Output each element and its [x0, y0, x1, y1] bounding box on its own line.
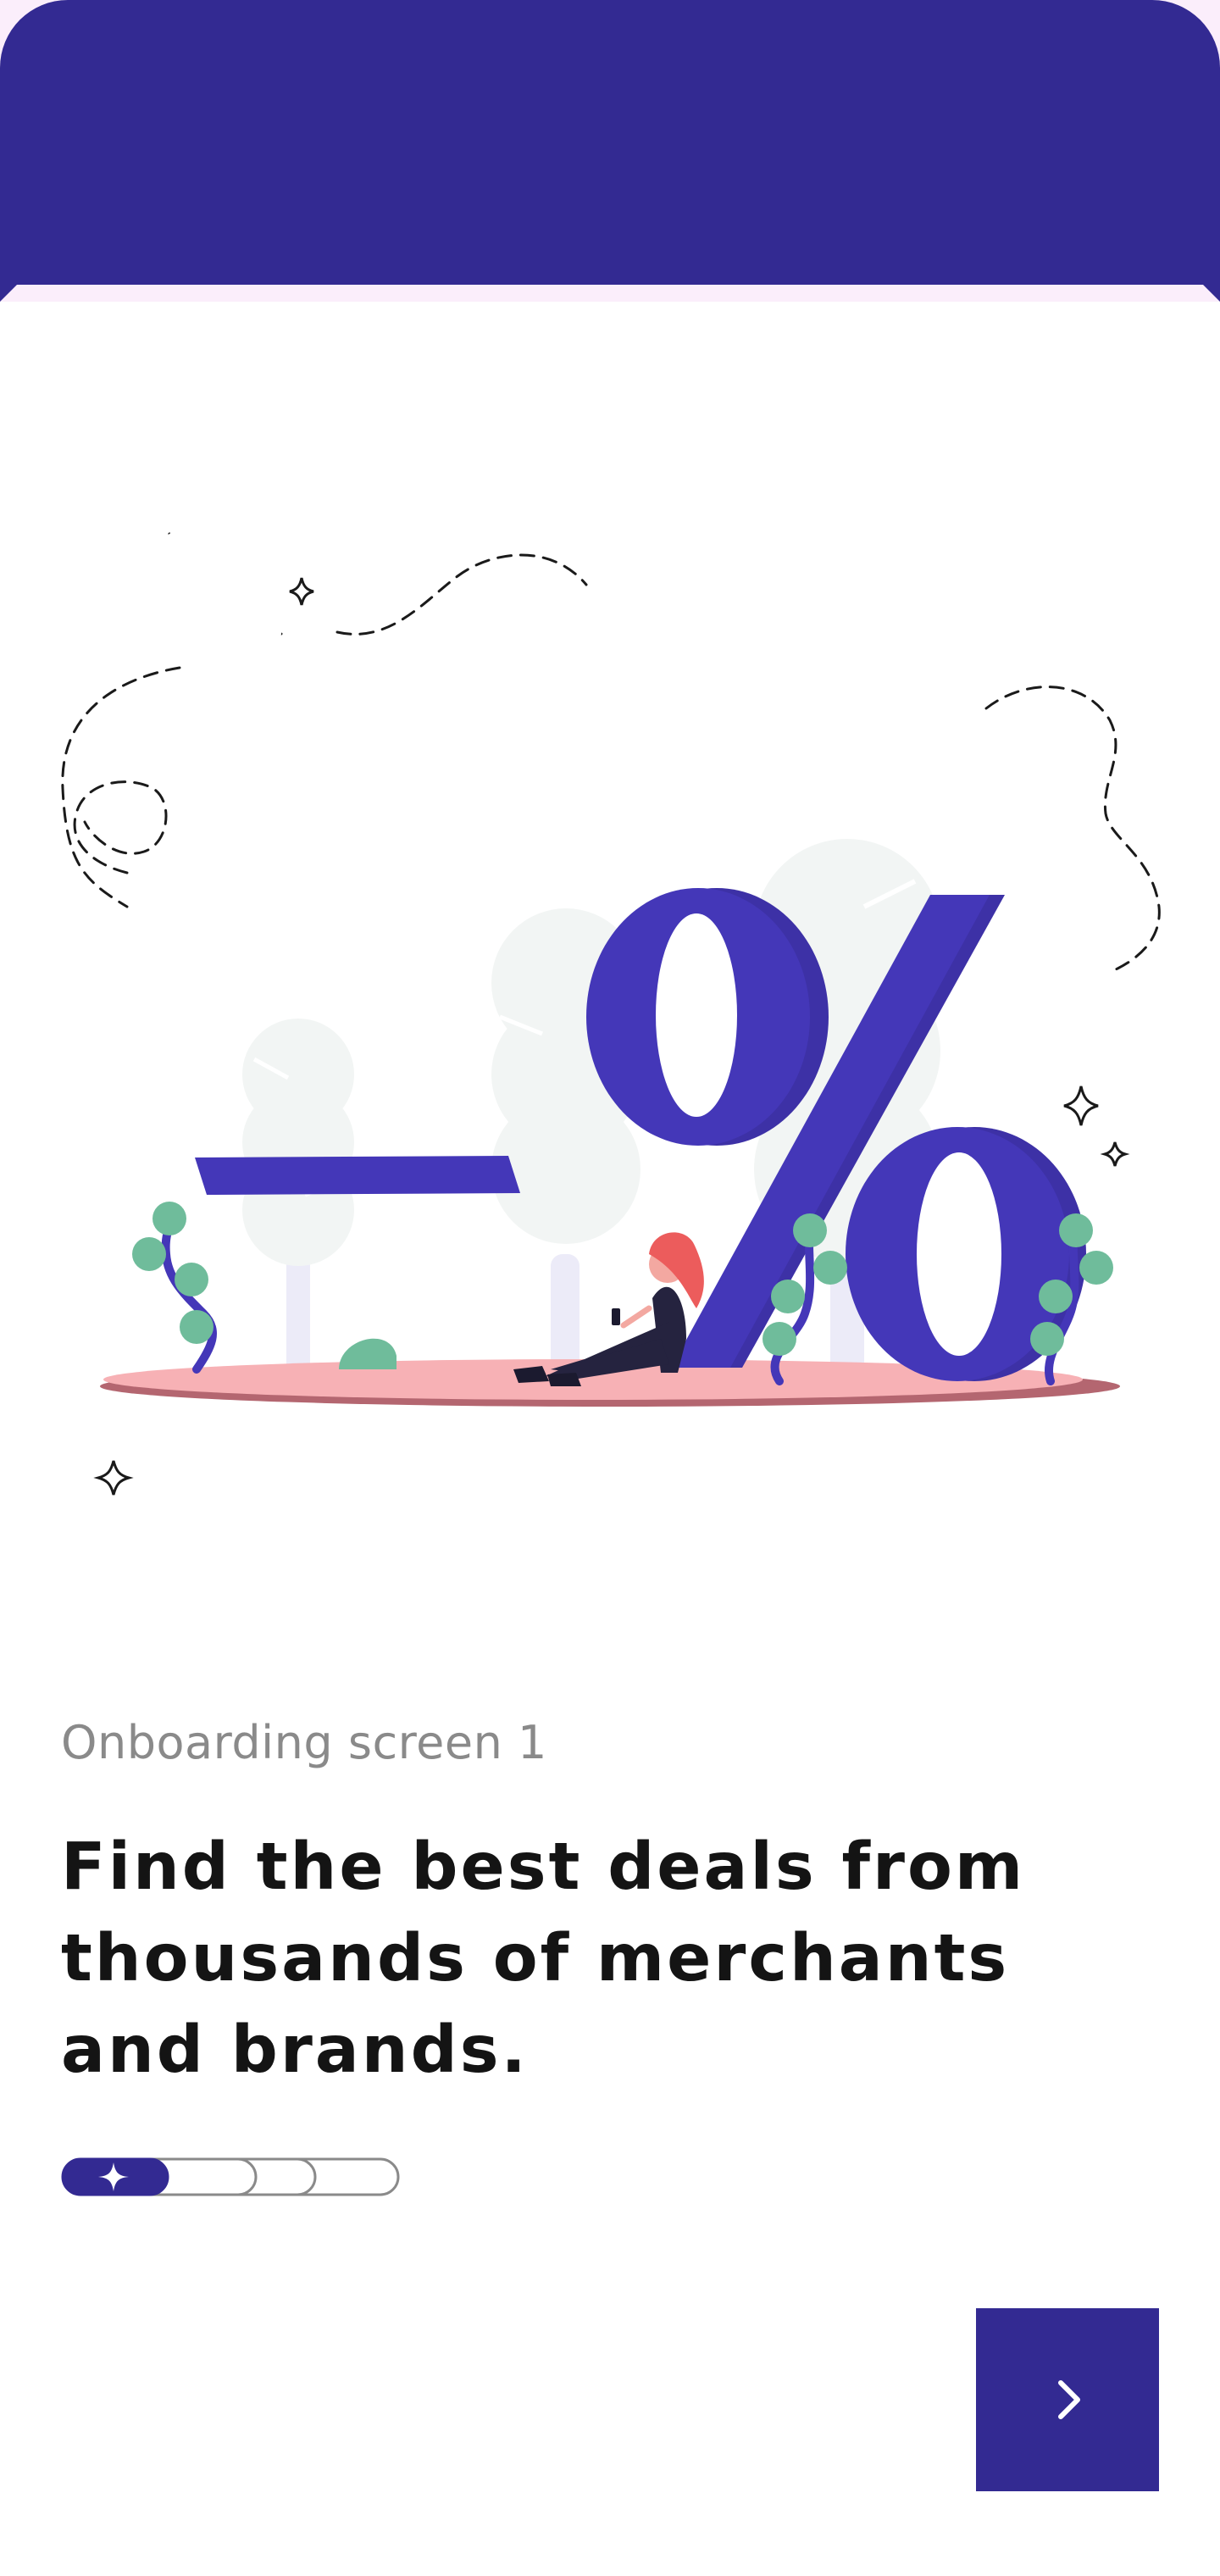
headline-strong-word: Find	[61, 1829, 231, 1905]
chevron-right-icon	[1058, 2380, 1080, 2419]
onboarding-pager	[61, 2157, 400, 2196]
screen-label: Onboarding screen 1	[61, 1716, 547, 1769]
headline: Find the best deals from thousands of me…	[61, 1822, 1162, 2096]
next-button[interactable]	[976, 2308, 1159, 2491]
plant-left	[132, 1202, 217, 1374]
pager-step-1-active[interactable]	[61, 2157, 169, 2196]
header-bar	[0, 0, 1220, 285]
discount-percentage-illustration	[61, 532, 1161, 1496]
header-corner-left	[0, 285, 17, 302]
bush	[339, 1338, 396, 1369]
header-corner-right	[1203, 285, 1220, 302]
minus-shape	[195, 1156, 520, 1195]
